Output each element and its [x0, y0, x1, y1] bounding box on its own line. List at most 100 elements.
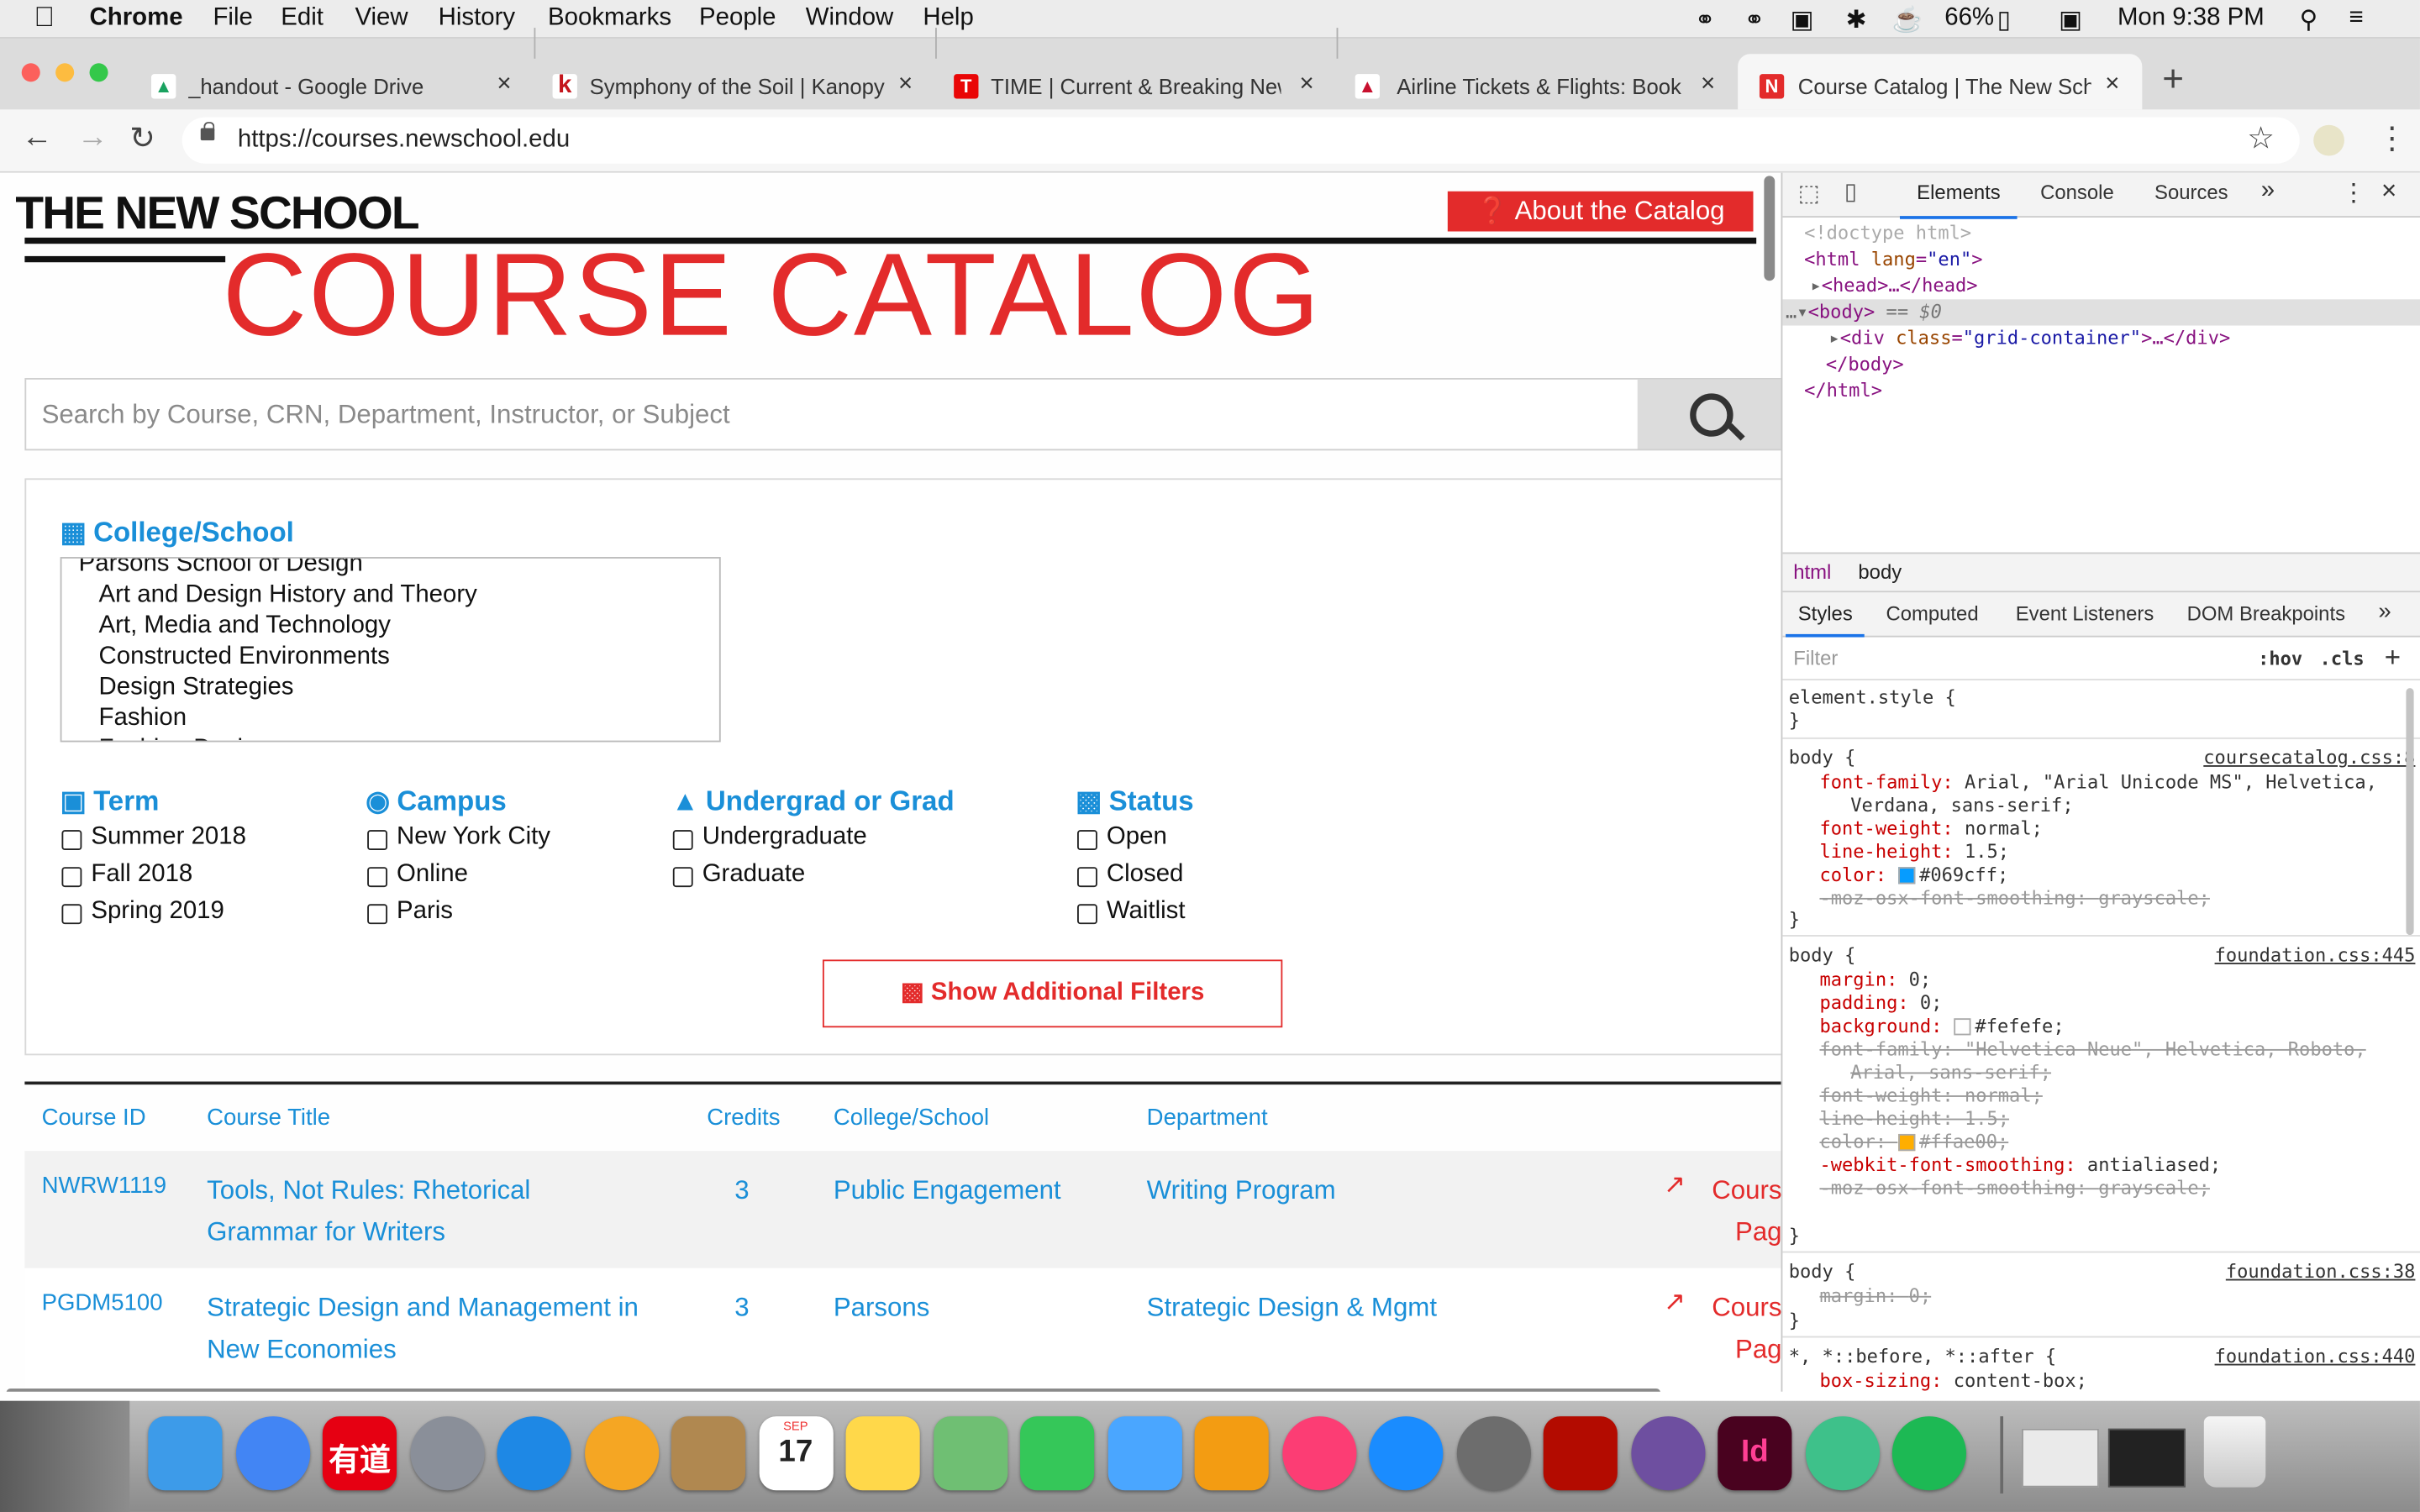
- device-toolbar-icon[interactable]: ▯: [1844, 177, 1857, 205]
- app-store-icon[interactable]: [1369, 1416, 1444, 1491]
- ellipsis-icon[interactable]: …: [1786, 301, 1797, 323]
- tab-course-catalog[interactable]: N Course Catalog | The New Sch ×: [1759, 63, 2130, 115]
- rule-source-link[interactable]: coursecatalog.css:8: [2203, 747, 2415, 769]
- menu-history[interactable]: History: [439, 5, 515, 33]
- college-option[interactable]: Design Strategies: [99, 673, 294, 704]
- inspect-element-icon[interactable]: ⬚: [1798, 179, 1820, 207]
- close-tab-icon[interactable]: ×: [1300, 71, 1314, 98]
- css-declaration[interactable]: color: #ffae00;: [1819, 1131, 2008, 1152]
- spotify-icon[interactable]: [1891, 1416, 1966, 1491]
- expand-triangle-icon[interactable]: ▸: [1810, 275, 1821, 297]
- github-desktop-icon[interactable]: [1630, 1416, 1705, 1491]
- system-preferences-icon[interactable]: [1455, 1416, 1531, 1491]
- css-declaration[interactable]: font-weight: normal;: [1819, 817, 2042, 839]
- devtools-tab-console[interactable]: Console: [2040, 181, 2114, 204]
- photos-icon[interactable]: [584, 1416, 659, 1491]
- college-option[interactable]: Constructed Environments: [99, 642, 390, 673]
- app-menu[interactable]: Chrome: [90, 5, 183, 33]
- chrome-menu-icon[interactable]: ⋮: [2377, 118, 2408, 157]
- status-checkbox-open[interactable]: [1077, 830, 1097, 851]
- course-id[interactable]: NWRW1119: [42, 1173, 167, 1199]
- status-checkbox-waitlist[interactable]: [1077, 904, 1097, 925]
- creative-cloud-icon[interactable]: ⚭: [1695, 5, 1716, 36]
- clock[interactable]: Mon 9:38 PM: [2118, 5, 2265, 33]
- css-declaration[interactable]: Arial, sans-serif;: [1850, 1062, 2051, 1084]
- css-declaration[interactable]: background: #fefefe;: [1819, 1016, 2064, 1037]
- css-declaration[interactable]: padding: 0;: [1819, 992, 1942, 1014]
- rule-source-link[interactable]: foundation.css:445: [2215, 944, 2416, 966]
- styles-filter-input[interactable]: Filter: [1793, 647, 1838, 670]
- close-tab-icon[interactable]: ×: [898, 71, 913, 98]
- tab-time[interactable]: T TIME | Current & Breaking New ×: [954, 63, 1324, 115]
- close-tab-icon[interactable]: ×: [1701, 71, 1715, 98]
- styles-scrollbar[interactable]: [2406, 688, 2414, 936]
- rule-source-link[interactable]: foundation.css:440: [2215, 1346, 2416, 1368]
- finder-icon[interactable]: [148, 1416, 223, 1491]
- contacts-icon[interactable]: [671, 1416, 746, 1491]
- notification-center-icon[interactable]: ≡: [2349, 5, 2363, 33]
- css-declaration[interactable]: box-sizing: content-box;: [1819, 1370, 2086, 1392]
- new-tab-button[interactable]: +: [2162, 59, 2184, 102]
- css-declaration[interactable]: line-height: 1.5;: [1819, 1108, 2009, 1130]
- reload-icon[interactable]: ↻: [129, 118, 155, 157]
- bluetooth-icon[interactable]: ✱: [1846, 5, 1867, 36]
- new-style-rule-icon[interactable]: +: [2385, 642, 2401, 675]
- table-row[interactable]: PGDM5100 Strategic Design and Management…: [24, 1268, 1781, 1392]
- safari-icon[interactable]: [497, 1416, 571, 1491]
- wifi-icon[interactable]: ☕: [1892, 5, 1923, 36]
- dom-head-node[interactable]: ▸<head>…</head>: [1810, 275, 1977, 297]
- url-text[interactable]: https://courses.newschool.edu: [238, 127, 570, 155]
- facetime-icon[interactable]: [1020, 1416, 1095, 1491]
- itunes-icon[interactable]: [1281, 1416, 1356, 1491]
- dom-div-node[interactable]: ▸<div class="grid-container">…</div>: [1828, 327, 2230, 349]
- term-checkbox-fall[interactable]: [61, 867, 82, 888]
- course-title-link[interactable]: Strategic Design and Management in New E…: [207, 1287, 670, 1370]
- search-input[interactable]: Search by Course, CRN, Department, Instr…: [42, 400, 730, 431]
- about-catalog-button[interactable]: ❓ About the Catalog: [1447, 191, 1754, 232]
- messages-icon[interactable]: [1107, 1416, 1181, 1491]
- show-additional-filters-button[interactable]: ▩ Show Additional Filters: [822, 959, 1283, 1028]
- css-declaration[interactable]: font-weight: normal;: [1819, 1084, 2042, 1106]
- search-button[interactable]: [1637, 379, 1781, 449]
- menu-help[interactable]: Help: [923, 5, 973, 33]
- tab-styles[interactable]: Styles: [1786, 601, 1865, 638]
- css-declaration[interactable]: margin: 0;: [1819, 1285, 1931, 1307]
- menu-bookmarks[interactable]: Bookmarks: [548, 5, 671, 33]
- color-swatch[interactable]: [1897, 1133, 1915, 1152]
- css-declaration[interactable]: Verdana, sans-serif;: [1850, 795, 2073, 816]
- college-school-listbox[interactable]: Parsons School of Design Art and Design …: [60, 557, 721, 743]
- css-declaration[interactable]: -webkit-font-smoothing: antialiased;: [1819, 1154, 2221, 1176]
- campus-checkbox-paris[interactable]: [367, 904, 388, 925]
- breadcrumb-body[interactable]: body: [1858, 560, 1902, 584]
- college-option[interactable]: Art and Design History and Theory: [99, 580, 477, 612]
- campus-checkbox-nyc[interactable]: [367, 830, 388, 851]
- course-id[interactable]: PGDM5100: [42, 1289, 163, 1315]
- menu-window[interactable]: Window: [806, 5, 894, 33]
- css-declaration[interactable]: font-family: Arial, "Arial Unicode MS", …: [1819, 771, 2376, 793]
- css-declaration[interactable]: margin: 0;: [1819, 969, 1931, 990]
- menu-edit[interactable]: Edit: [281, 5, 324, 33]
- color-swatch[interactable]: [1953, 1018, 1970, 1036]
- launchpad-icon[interactable]: [409, 1416, 484, 1491]
- close-tab-icon[interactable]: ×: [2105, 71, 2119, 98]
- dock-minimized-window[interactable]: [2107, 1428, 2186, 1488]
- course-college-link[interactable]: Public Engagement: [834, 1169, 1061, 1211]
- trash-icon[interactable]: [2203, 1416, 2266, 1488]
- apple-icon[interactable]: : [34, 2, 55, 34]
- css-declaration[interactable]: line-height: 1.5;: [1819, 841, 2009, 863]
- tab-delta[interactable]: ▲ Airline Tickets & Flights: Book ×: [1355, 63, 1726, 115]
- pages-icon[interactable]: [1194, 1416, 1269, 1491]
- level-checkbox-undergrad[interactable]: [672, 830, 693, 851]
- youdao-icon[interactable]: 有道: [322, 1416, 397, 1491]
- chat-icon[interactable]: ⚭: [1744, 5, 1765, 36]
- bookmark-star-icon[interactable]: ☆: [2247, 118, 2275, 157]
- minimize-window-button[interactable]: [55, 63, 75, 82]
- tab-kanopy[interactable]: k Symphony of the Soil | Kanopy ×: [552, 63, 923, 115]
- course-department-link[interactable]: Strategic Design & Mgmt: [1147, 1287, 1437, 1329]
- term-checkbox-spring[interactable]: [61, 904, 82, 925]
- college-option[interactable]: Parsons School of Design: [79, 559, 363, 580]
- spotlight-icon[interactable]: ⚲: [2300, 5, 2318, 36]
- css-declaration[interactable]: color: #069cff;: [1819, 864, 2008, 886]
- css-declaration[interactable]: -moz-osx-font-smoothing: grayscale;: [1819, 1177, 2209, 1199]
- tab-dom-breakpoints[interactable]: DOM Breakpoints: [2187, 601, 2345, 625]
